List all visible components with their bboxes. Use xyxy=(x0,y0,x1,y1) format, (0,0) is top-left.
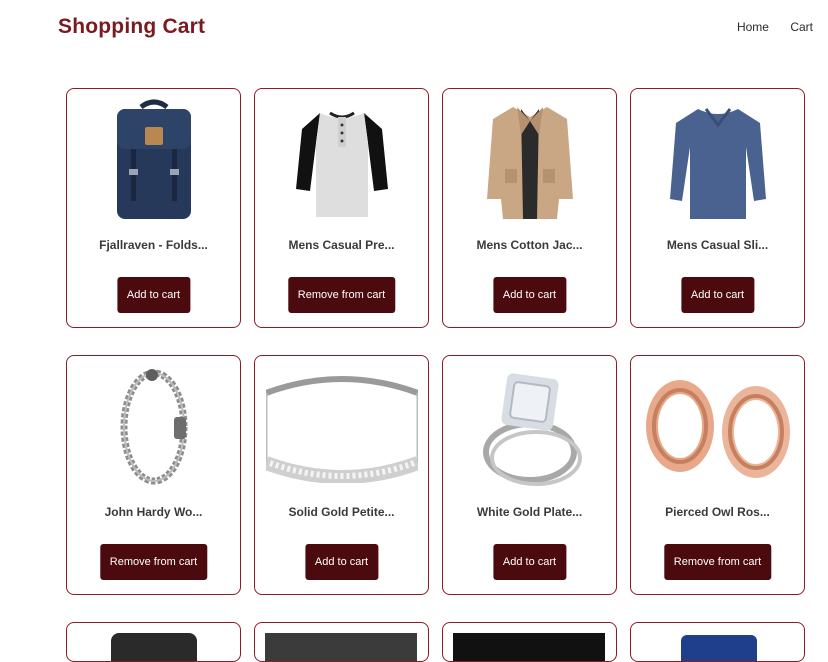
remove-from-cart-button[interactable]: Remove from cart xyxy=(663,544,772,580)
product-card: White Gold Plate... Add to cart xyxy=(442,355,617,595)
product-image xyxy=(681,635,757,661)
backpack-icon xyxy=(67,97,240,223)
ring-band-icon xyxy=(255,364,428,490)
product-card xyxy=(630,622,805,662)
top-nav: Home Cart xyxy=(719,20,813,34)
nav-home-link[interactable]: Home xyxy=(737,20,769,34)
product-image xyxy=(111,633,197,661)
add-to-cart-button[interactable]: Add to cart xyxy=(304,544,379,580)
add-to-cart-button[interactable]: Add to cart xyxy=(116,277,191,313)
product-name: Fjallraven - Folds... xyxy=(99,238,208,252)
product-name: John Hardy Wo... xyxy=(104,505,203,519)
product-card xyxy=(66,622,241,662)
add-to-cart-button[interactable]: Add to cart xyxy=(492,544,567,580)
product-image xyxy=(453,633,605,661)
product-name: White Gold Plate... xyxy=(476,505,583,519)
product-card: Mens Casual Pre... Remove from cart xyxy=(254,88,429,328)
bracelet-icon xyxy=(67,364,240,490)
add-to-cart-button[interactable]: Add to cart xyxy=(492,277,567,313)
product-name: Solid Gold Petite... xyxy=(288,505,395,519)
product-card: Pierced Owl Ros... Remove from cart xyxy=(630,355,805,595)
product-card xyxy=(254,622,429,662)
product-card: Mens Casual Sli... Add to cart xyxy=(630,88,805,328)
product-card: Mens Cotton Jac... Add to cart xyxy=(442,88,617,328)
page-title: Shopping Cart xyxy=(58,15,206,38)
product-card: John Hardy Wo... Remove from cart xyxy=(66,355,241,595)
product-name: Mens Casual Pre... xyxy=(288,238,395,252)
product-grid: Fjallraven - Folds... Add to cart Mens C… xyxy=(66,88,806,595)
product-card: Solid Gold Petite... Add to cart xyxy=(254,355,429,595)
product-image xyxy=(265,633,417,661)
raglan-shirt-icon xyxy=(255,97,428,223)
add-to-cart-button[interactable]: Add to cart xyxy=(680,277,755,313)
remove-from-cart-button[interactable]: Remove from cart xyxy=(99,544,208,580)
product-card xyxy=(442,622,617,662)
tunnel-plugs-icon xyxy=(631,364,804,490)
page-header: Shopping Cart Home Cart xyxy=(0,0,828,60)
nav-cart-link[interactable]: Cart xyxy=(790,20,813,34)
long-sleeve-shirt-icon xyxy=(631,97,804,223)
product-name: Pierced Owl Ros... xyxy=(665,505,770,519)
jacket-icon xyxy=(443,97,616,223)
product-name: Mens Cotton Jac... xyxy=(476,238,583,252)
product-card: Fjallraven - Folds... Add to cart xyxy=(66,88,241,328)
diamond-ring-icon xyxy=(443,364,616,490)
remove-from-cart-button[interactable]: Remove from cart xyxy=(287,277,396,313)
product-name: Mens Casual Sli... xyxy=(666,238,769,252)
